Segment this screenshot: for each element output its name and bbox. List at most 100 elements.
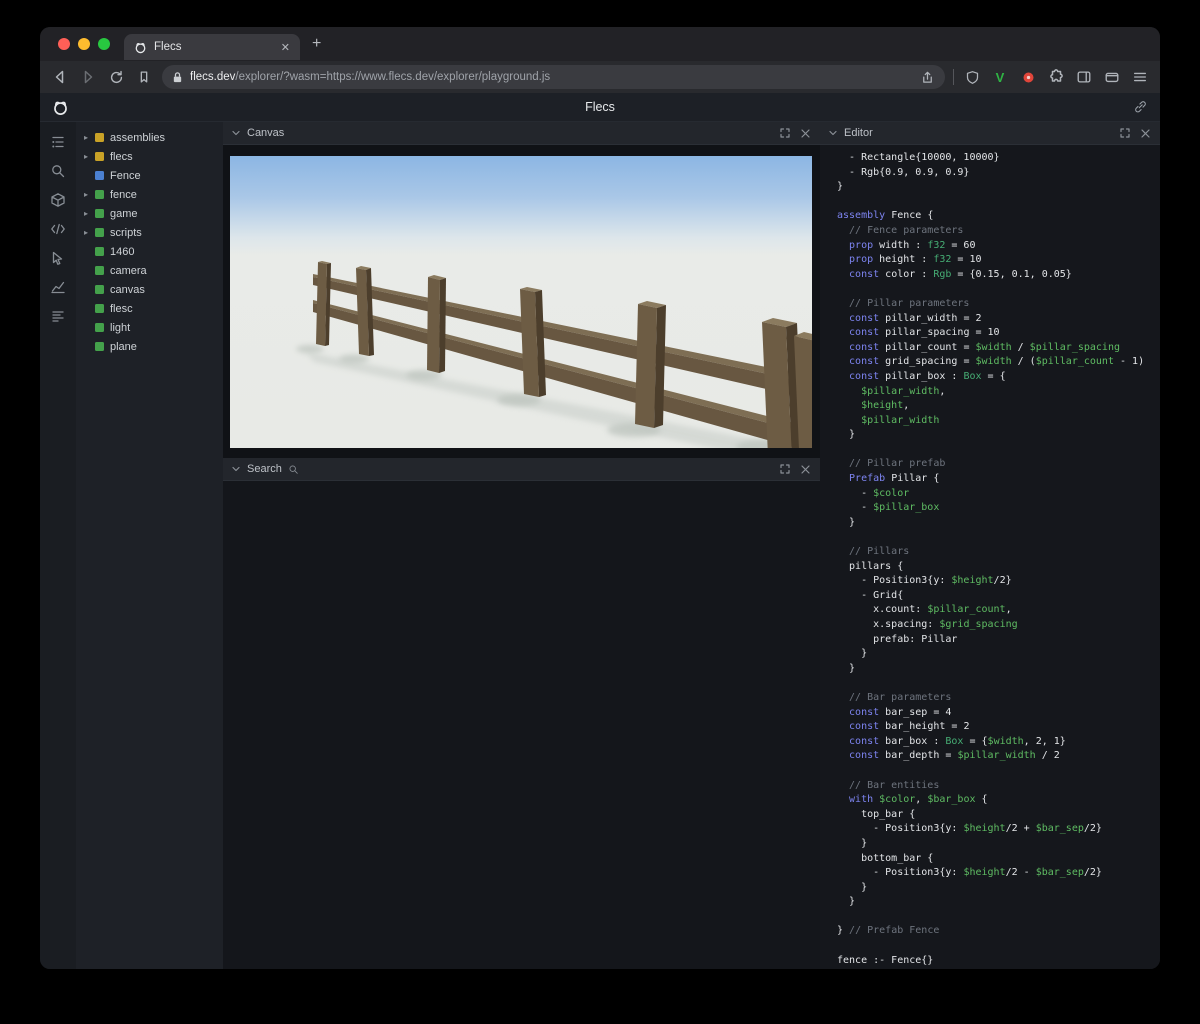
code-line: bottom_bar { xyxy=(837,852,934,864)
code-line: pillars { xyxy=(837,560,904,572)
close-window-button[interactable] xyxy=(58,38,70,50)
tree-item-assemblies[interactable]: ▸ assemblies xyxy=(76,128,223,147)
metrics-rows-tool-icon[interactable] xyxy=(50,308,66,324)
search-panel-header: Search xyxy=(223,458,820,481)
tree-item-1460[interactable]: ▸1460 xyxy=(76,242,223,261)
code-line: } xyxy=(837,648,868,660)
expand-panel-icon[interactable] xyxy=(1118,126,1132,140)
tree-item-flesc[interactable]: ▸flesc xyxy=(76,299,223,318)
code-line: - Rgb{0.9, 0.9, 0.9} xyxy=(837,166,970,178)
sidebar-toggle-icon[interactable] xyxy=(1074,67,1094,87)
expand-panel-icon[interactable] xyxy=(778,462,792,476)
tree-item-label: flesc xyxy=(110,302,133,315)
code-line: - $color xyxy=(837,487,910,499)
tree-item-Fence[interactable]: ▸Fence xyxy=(76,166,223,185)
tree-item-fence[interactable]: ▸ fence xyxy=(76,185,223,204)
editor-panel-title: Editor xyxy=(844,127,873,139)
code-line: fence :- Fence{} xyxy=(837,954,934,966)
chevron-down-icon[interactable] xyxy=(231,464,241,474)
tab-close-icon[interactable]: ✕ xyxy=(281,41,290,54)
tree-item-plane[interactable]: ▸plane xyxy=(76,337,223,356)
tree-item-camera[interactable]: ▸camera xyxy=(76,261,223,280)
inspect-cursor-tool-icon[interactable] xyxy=(50,250,66,266)
code-line: // Pillar parameters xyxy=(837,297,970,309)
tree-item-scripts[interactable]: ▸ scripts xyxy=(76,223,223,242)
extensions-puzzle-icon[interactable] xyxy=(1046,67,1066,87)
url-text: flecs.dev/explorer/?wasm=https://www.fle… xyxy=(190,71,551,83)
forward-button[interactable] xyxy=(78,67,98,87)
browser-tab[interactable]: Flecs ✕ xyxy=(124,34,300,60)
code-line: const bar_box : Box = {$width, 2, 1} xyxy=(837,735,1066,747)
canvas-3d-tool-icon[interactable] xyxy=(50,192,66,208)
record-icon[interactable] xyxy=(1018,67,1038,87)
code-line: prop width : f32 = 60 xyxy=(837,239,976,251)
expand-arrow-icon[interactable]: ▸ xyxy=(84,209,95,218)
code-line: $pillar_width xyxy=(837,414,940,426)
menu-icon[interactable] xyxy=(1130,67,1150,87)
center-column: Canvas Search xyxy=(223,122,820,969)
code-line: - Grid{ xyxy=(837,589,904,601)
3d-viewport[interactable] xyxy=(230,156,812,448)
tree-item-game[interactable]: ▸ game xyxy=(76,204,223,223)
code-line: - Position3{y: $height/2 - $bar_sep/2} xyxy=(837,867,1102,879)
code-line: const pillar_box : Box = { xyxy=(837,370,1006,382)
code-line: } xyxy=(837,181,844,193)
entity-kind-icon xyxy=(95,209,104,218)
expand-arrow-icon[interactable]: ▸ xyxy=(84,228,95,237)
entity-tree-tool-icon[interactable] xyxy=(50,134,66,150)
expand-arrow-icon[interactable]: ▸ xyxy=(84,133,95,142)
canvas-panel-title: Canvas xyxy=(247,127,285,139)
browser-window: Flecs ✕ + flecs.dev/explorer/?wasm=https… xyxy=(40,27,1160,969)
flecs-explorer-app: Flecs ▸ assemblies ▸ flecs Fence ▸ fence… xyxy=(40,93,1160,969)
minimize-window-button[interactable] xyxy=(78,38,90,50)
entity-kind-icon xyxy=(95,285,104,294)
extension-v-icon[interactable]: V xyxy=(990,67,1010,87)
chevron-down-icon[interactable] xyxy=(231,128,241,138)
new-tab-button[interactable]: + xyxy=(312,35,321,53)
lock-icon xyxy=(173,71,182,82)
entity-tree: ▸ assemblies ▸ flecs ▸Fence ▸ fence ▸ game ▸ scrip… xyxy=(76,122,223,969)
wallet-icon[interactable] xyxy=(1102,67,1122,87)
share-icon[interactable] xyxy=(920,70,935,85)
tree-item-light[interactable]: ▸light xyxy=(76,318,223,337)
chevron-down-icon[interactable] xyxy=(828,128,838,138)
tree-item-label: camera xyxy=(110,264,147,277)
code-line: const color : Rgb = {0.15, 0.1, 0.05} xyxy=(837,268,1072,280)
url-bar[interactable]: flecs.dev/explorer/?wasm=https://www.fle… xyxy=(162,65,945,89)
code-line: } xyxy=(837,516,856,528)
search-panel-title: Search xyxy=(247,463,282,475)
tree-item-flecs[interactable]: ▸ flecs xyxy=(76,147,223,166)
script-editor-tool-icon[interactable] xyxy=(50,221,66,237)
close-panel-icon[interactable] xyxy=(798,126,812,140)
fence-scene xyxy=(230,156,812,448)
back-button[interactable] xyxy=(50,67,70,87)
code-line: $height, xyxy=(837,400,910,412)
stats-chart-tool-icon[interactable] xyxy=(50,279,66,295)
tree-item-label: scripts xyxy=(110,226,142,239)
tree-item-canvas[interactable]: ▸canvas xyxy=(76,280,223,299)
zoom-window-button[interactable] xyxy=(98,38,110,50)
code-line: top_bar { xyxy=(837,808,916,820)
expand-arrow-icon[interactable]: ▸ xyxy=(84,152,95,161)
close-panel-icon[interactable] xyxy=(798,462,812,476)
code-line: // Pillars xyxy=(837,546,910,558)
expand-panel-icon[interactable] xyxy=(778,126,792,140)
reload-button[interactable] xyxy=(106,67,126,87)
query-search-tool-icon[interactable] xyxy=(50,163,66,179)
code-line: x.count: $pillar_count, xyxy=(837,604,1012,616)
bookmark-icon[interactable] xyxy=(134,67,154,87)
canvas-panel: Canvas xyxy=(223,122,820,458)
close-panel-icon[interactable] xyxy=(1138,126,1152,140)
expand-arrow-icon[interactable]: ▸ xyxy=(84,190,95,199)
share-link-icon[interactable] xyxy=(1133,99,1148,114)
brave-shield-icon[interactable] xyxy=(962,67,982,87)
tree-item-label: game xyxy=(110,207,138,220)
entity-kind-icon xyxy=(95,247,104,256)
search-icon xyxy=(289,465,298,474)
code-editor[interactable]: - Rectangle{10000, 10000} - Rgb{0.9, 0.9… xyxy=(820,145,1160,969)
tree-item-label: canvas xyxy=(110,283,145,296)
